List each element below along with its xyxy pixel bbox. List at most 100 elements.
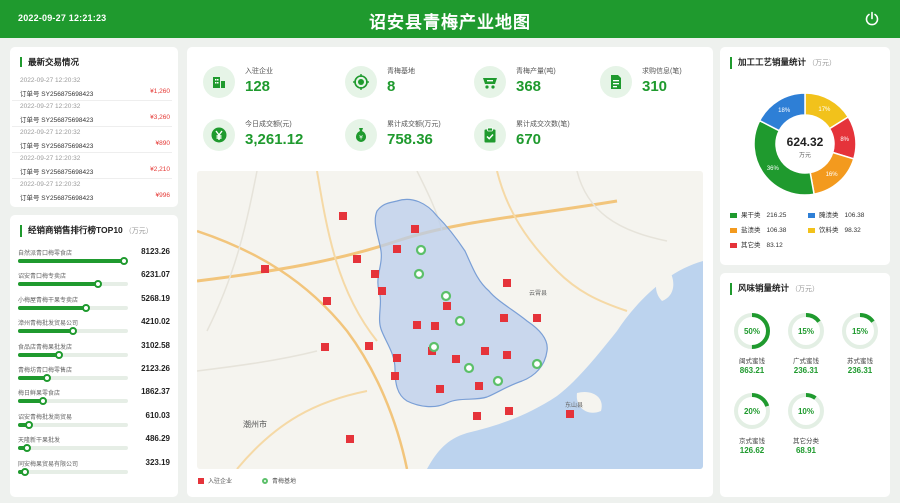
flavor-item[interactable]: 50% 闽式蜜饯 863.21 [728, 311, 776, 375]
enterprise-marker[interactable] [566, 410, 574, 418]
ranking-row[interactable]: 小梅屋青梅干果专卖店 5268.19 [18, 293, 170, 318]
legend-item[interactable]: 盐渍类 106.38 [730, 224, 786, 234]
legend-item[interactable]: 果干类 216.25 [730, 209, 786, 219]
process-donut-chart[interactable]: 17% 8% 16% 36% 18% 624.32 万元 [750, 89, 860, 199]
flavor-name: 广式蜜饯 [793, 358, 819, 365]
legend-item[interactable]: 腌渍类 106.38 [808, 209, 864, 219]
enterprise-marker[interactable] [533, 314, 541, 322]
enterprise-marker[interactable] [339, 212, 347, 220]
dealer-name: 自然派青口梅零食店 [18, 251, 73, 257]
ranking-row[interactable]: 诏安青梅批发商贸易 610.03 [18, 410, 170, 435]
enterprise-marker[interactable] [261, 265, 269, 273]
flavor-value: 68.91 [795, 446, 817, 455]
legend-item[interactable]: 饮料类 98.32 [808, 224, 861, 234]
ranking-row[interactable]: 食品店青梅果批发店 3102.58 [18, 341, 170, 365]
stat-total-turnover: ¥ 累计成交额(万元) 758.36 [345, 117, 475, 157]
plum-base-marker[interactable] [531, 358, 543, 370]
donut-slice-label: 17% [818, 107, 831, 113]
legend-item[interactable]: 其它类 83.12 [730, 239, 783, 249]
enterprise-marker[interactable] [436, 385, 444, 393]
flavor-title: 风味销量统计 （万元） [730, 283, 819, 295]
ranking-row[interactable]: 诏安青口梅专卖店 6231.07 [18, 270, 170, 294]
trade-amount: ¥3,260 [150, 114, 170, 121]
enterprise-marker-icon [198, 478, 204, 485]
dealer-sales: 1862.37 [141, 387, 170, 397]
legend-value: 98.32 [844, 227, 861, 234]
enterprise-marker[interactable] [391, 372, 399, 380]
flavor-item[interactable]: 10% 其它分类 68.91 [782, 391, 830, 455]
flavor-item[interactable]: 15% 苏式蜜饯 236.31 [836, 311, 884, 375]
stat-label: 求购信息(笔) [642, 68, 682, 75]
enterprise-marker[interactable] [505, 407, 513, 415]
enterprise-marker[interactable] [503, 351, 511, 359]
process-sales-panel: 加工工艺销量统计 （万元） 17% 8% 16% 36% 18% 624.32 万元 果干… [720, 47, 890, 265]
county-boundary [374, 198, 548, 408]
enterprise-marker[interactable] [323, 297, 331, 305]
dealer-sales: 610.03 [145, 410, 170, 420]
process-title: 加工工艺销量统计 （万元） [730, 57, 836, 69]
plum-base-marker[interactable] [415, 244, 427, 256]
donut-slice-label: 36% [767, 166, 780, 172]
enterprise-marker[interactable] [431, 322, 439, 330]
dealer-name: 同安梅果贸易有限公司 [18, 461, 79, 468]
trade-order: 订单号 SY256875698423 [20, 117, 94, 124]
sales-bar-knob [42, 374, 51, 382]
dealer-sales: 5268.19 [141, 293, 170, 303]
power-icon[interactable] [864, 11, 880, 27]
enterprise-marker[interactable] [452, 355, 460, 363]
trade-item[interactable]: 2022-09-27 12:20:32 订单号 SY256875698423 ¥… [12, 179, 172, 205]
plum-base-marker[interactable] [413, 268, 425, 280]
enterprise-marker[interactable] [353, 255, 361, 263]
trade-item[interactable]: 2022-09-27 12:20:32 订单号 SY256875698423 ¥… [12, 75, 172, 101]
plum-base-marker[interactable] [428, 341, 440, 353]
plum-base-marker[interactable] [454, 315, 466, 327]
trade-item[interactable]: 2022-09-27 12:20:32 订单号 SY256875698423 ¥… [12, 101, 172, 127]
enterprise-marker[interactable] [411, 225, 419, 233]
enterprise-marker[interactable] [443, 302, 451, 310]
plum-base-marker[interactable] [440, 290, 452, 302]
enterprise-marker[interactable] [346, 435, 354, 443]
flavor-name: 闽式蜜饯 [739, 358, 765, 365]
enterprise-marker[interactable] [500, 314, 508, 322]
ranking-row[interactable]: 自然派青口梅零食店 8123.26 [18, 247, 170, 271]
flavor-name: 京式蜜饯 [739, 438, 765, 445]
flavor-item[interactable]: 20% 京式蜜饯 126.62 [728, 391, 776, 455]
enterprise-marker[interactable] [378, 287, 386, 295]
ranking-row[interactable]: 漳州青梅批发贸易公司 4210.02 [18, 317, 170, 341]
plum-base-marker[interactable] [492, 375, 504, 387]
legend-swatch [730, 212, 737, 218]
target-icon [345, 66, 377, 98]
enterprise-marker[interactable] [481, 347, 489, 355]
ranking-row[interactable]: 青梅坊青口梅零售店 2123.26 [18, 364, 170, 388]
enterprise-marker[interactable] [365, 342, 373, 350]
trade-amount: ¥2,210 [150, 166, 170, 173]
enterprise-marker[interactable] [371, 270, 379, 278]
enterprise-marker[interactable] [413, 321, 421, 329]
sales-bar-track [18, 397, 128, 406]
flavor-item[interactable]: 15% 广式蜜饯 236.31 [782, 311, 830, 375]
trade-order: 订单号 SY256875698423 [20, 169, 94, 176]
ranking-row[interactable]: 同安梅果贸易有限公司 323.19 [18, 457, 170, 482]
ranking-row[interactable]: 天隆新干果批发 486.29 [18, 434, 170, 458]
enterprise-marker[interactable] [393, 245, 401, 253]
legend-value: 106.38 [844, 212, 865, 219]
enterprise-marker[interactable] [393, 354, 401, 362]
map-label-yunxiao: 云霄县 [529, 290, 547, 297]
plum-base-marker[interactable] [463, 362, 475, 374]
sales-bar-knob [54, 350, 63, 359]
dealer-name: 青梅坊青口梅零售店 [18, 368, 73, 374]
sales-bar-track [18, 467, 128, 476]
enterprise-marker[interactable] [503, 279, 511, 287]
yen-icon [203, 119, 235, 151]
trade-item[interactable]: 2022-09-27 12:20:32 订单号 SY256875698423 ¥… [12, 153, 172, 179]
legend-swatch [808, 212, 815, 218]
enterprise-marker[interactable] [475, 382, 483, 390]
trade-item[interactable]: 2022-09-27 12:20:32 订单号 SY256875698423 ¥… [12, 127, 172, 153]
county-map[interactable]: 潮州市 云霄县 东山县 [197, 171, 703, 469]
sales-bar-knob [94, 280, 103, 289]
dealer-sales: 323.19 [145, 457, 170, 467]
ranking-row[interactable]: 梅日鲜果零食店 1862.37 [18, 387, 170, 411]
top-bar: 2022-09-27 12:21:23 诏安县青梅产业地图 [0, 0, 900, 38]
enterprise-marker[interactable] [321, 343, 329, 351]
enterprise-marker[interactable] [473, 412, 481, 420]
